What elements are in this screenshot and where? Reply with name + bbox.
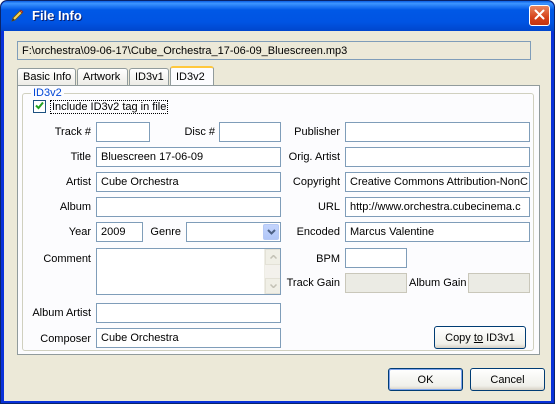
track-gain-input <box>345 273 407 293</box>
tab-basic-info[interactable]: Basic Info <box>17 68 76 86</box>
comment-scrollbar[interactable] <box>264 249 280 294</box>
bpm-label: BPM <box>316 253 340 265</box>
chevron-down-icon <box>266 226 276 238</box>
ok-button[interactable]: OK <box>388 368 463 391</box>
id3v2-group: ID3v2 Include ID3v2 tag in file Track # … <box>22 87 534 351</box>
track-gain-label: Track Gain <box>286 277 340 289</box>
include-tag-label[interactable]: Include ID3v2 tag in file <box>50 100 169 114</box>
group-legend: ID3v2 <box>31 87 64 99</box>
tab-artwork[interactable]: Artwork <box>77 68 128 86</box>
url-input[interactable]: http://www.orchestra.cubecinema.c <box>345 197 530 217</box>
scroll-up-button[interactable] <box>265 249 280 265</box>
composer-input[interactable]: Cube Orchestra <box>96 328 281 348</box>
cancel-button[interactable]: Cancel <box>470 368 545 391</box>
comment-value <box>97 249 280 255</box>
publisher-label: Publisher <box>294 126 340 138</box>
album-gain-label: Album Gain <box>409 277 467 289</box>
encoded-label: Encoded <box>296 226 340 238</box>
close-button[interactable] <box>529 5 550 26</box>
title-label: Title <box>70 151 91 163</box>
encoded-input[interactable]: Marcus Valentine <box>345 222 530 242</box>
orig-artist-label: Orig. Artist <box>288 151 340 163</box>
bpm-input[interactable] <box>345 248 407 268</box>
copy-prefix: Copy <box>445 331 474 344</box>
track-input[interactable] <box>96 122 150 142</box>
year-input[interactable]: 2009 <box>96 222 143 242</box>
tab-id3v2[interactable]: ID3v2 <box>170 66 214 87</box>
window-title: File Info <box>32 8 82 23</box>
file-path: F:\orchestra\09-06-17\Cube_Orchestra_17-… <box>17 41 531 60</box>
disc-input[interactable] <box>219 122 281 142</box>
tab-panel-id3v2: ID3v2 Include ID3v2 tag in file Track # … <box>17 85 540 355</box>
copyright-label: Copyright <box>292 176 340 188</box>
genre-dropdown-button[interactable] <box>263 224 279 240</box>
album-input[interactable] <box>96 197 281 217</box>
tab-id3v1[interactable]: ID3v1 <box>129 68 169 86</box>
pencil-icon <box>9 8 25 24</box>
dialog-body: F:\orchestra\09-06-17\Cube_Orchestra_17-… <box>4 31 551 401</box>
publisher-input[interactable] <box>345 122 530 142</box>
artist-label: Artist <box>65 176 91 188</box>
genre-select[interactable] <box>186 222 281 242</box>
genre-label: Genre <box>150 226 181 238</box>
comment-textarea[interactable] <box>96 248 281 295</box>
copy-to-id3v1-button[interactable]: Copy to ID3v1 <box>434 326 526 349</box>
composer-label: Composer <box>40 333 91 345</box>
disc-label: Disc # <box>184 126 215 138</box>
url-label: URL <box>317 201 340 213</box>
title-bar[interactable]: File Info <box>1 1 554 31</box>
scroll-down-button[interactable] <box>265 278 280 294</box>
copy-suffix: ID3v1 <box>483 331 515 344</box>
track-label: Track # <box>54 126 91 138</box>
copy-accel: to <box>473 331 484 344</box>
year-label: Year <box>68 226 91 238</box>
file-info-window: File Info F:\orchestra\09-06-17\Cube_Orc… <box>0 0 555 404</box>
title-input[interactable]: Bluescreen 17-06-09 <box>96 147 281 167</box>
close-icon <box>534 9 545 23</box>
album-label: Album <box>59 201 91 213</box>
orig-artist-input[interactable] <box>345 147 530 167</box>
copyright-input[interactable]: Creative Commons Attribution-NonC <box>345 172 530 192</box>
comment-label: Comment <box>43 253 91 265</box>
include-tag-checkbox[interactable] <box>33 100 46 113</box>
checkmark-icon <box>35 101 44 113</box>
album-artist-input[interactable] <box>96 303 281 323</box>
album-artist-label: Album Artist <box>32 307 91 319</box>
album-gain-input <box>468 273 530 293</box>
artist-input[interactable]: Cube Orchestra <box>96 172 281 192</box>
